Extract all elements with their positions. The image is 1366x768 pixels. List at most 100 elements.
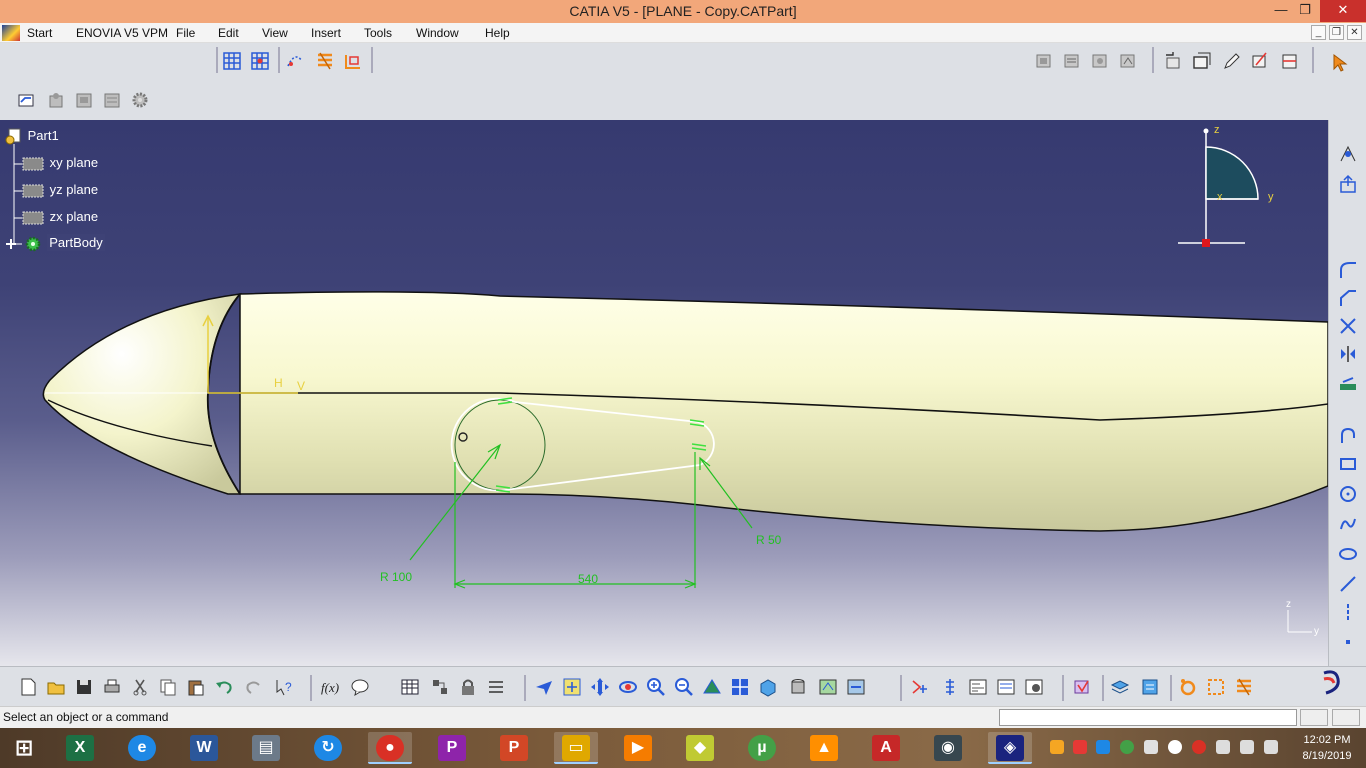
close-button[interactable]: ✕: [1320, 0, 1366, 22]
catia-app-icon[interactable]: [2, 25, 20, 41]
tree-node-xy-plane[interactable]: xy plane: [22, 155, 100, 173]
profile-tool-icon[interactable]: [1338, 426, 1358, 446]
tray-utorrent-icon[interactable]: [1120, 740, 1134, 754]
bluetooth-icon[interactable]: [1096, 740, 1110, 754]
dim-small-radius[interactable]: R 50: [756, 533, 782, 547]
pencil-icon[interactable]: [1222, 51, 1242, 71]
system-clock[interactable]: 12:02 PM 8/19/2019: [1292, 732, 1362, 764]
chamfer-icon[interactable]: [1338, 288, 1358, 308]
3d-viewport[interactable]: H V R 100 R 50 540 z y x z y: [0, 120, 1328, 666]
axis-icon[interactable]: [1338, 602, 1358, 622]
command-input[interactable]: [999, 709, 1297, 726]
zoom-out-icon[interactable]: [674, 677, 694, 697]
volume-icon[interactable]: [1240, 740, 1254, 754]
bill-of-material-icon[interactable]: [1062, 51, 1082, 71]
rotate-icon[interactable]: [618, 677, 638, 697]
menu-start[interactable]: Start: [27, 26, 52, 40]
tray-network-icon[interactable]: [1050, 740, 1064, 754]
project-3d-icon[interactable]: [1338, 374, 1358, 394]
ie-app[interactable]: e: [120, 732, 164, 764]
corner-icon[interactable]: [1338, 260, 1358, 280]
excel-app[interactable]: X: [58, 732, 102, 764]
geometrical-constraints-icon[interactable]: [315, 51, 335, 71]
exit-sketch-icon[interactable]: [1338, 174, 1358, 194]
grid-icon[interactable]: [222, 51, 242, 71]
dim-big-radius[interactable]: R 100: [380, 570, 412, 584]
chrome-app[interactable]: ●: [368, 732, 412, 764]
whats-this-icon[interactable]: ?: [274, 677, 294, 697]
sketch-tools-icon[interactable]: [1338, 144, 1358, 164]
layer-icon[interactable]: [1110, 677, 1130, 697]
menu-enovia[interactable]: ENOVIA V5 VPM: [76, 26, 168, 40]
tree-node-partbody[interactable]: PartBody: [4, 234, 105, 253]
constraint-icon[interactable]: [910, 677, 930, 697]
save-icon[interactable]: [74, 677, 94, 697]
rib-icon[interactable]: [102, 90, 122, 110]
swap-visible-space-icon[interactable]: [846, 677, 866, 697]
battery-icon[interactable]: [1264, 740, 1278, 754]
sketch-icon[interactable]: [1192, 51, 1212, 71]
zoom-in-icon[interactable]: [646, 677, 666, 697]
mirror-icon[interactable]: [1338, 344, 1358, 364]
powerpoint-app[interactable]: P: [492, 732, 536, 764]
pocket-icon[interactable]: [74, 90, 94, 110]
rectangle-icon[interactable]: [1338, 454, 1358, 474]
hole-icon[interactable]: [46, 90, 66, 110]
formula-icon[interactable]: f(x): [320, 677, 340, 697]
compass[interactable]: [1178, 128, 1259, 248]
select-arrow-icon[interactable]: [1330, 53, 1350, 73]
copy-icon[interactable]: [158, 677, 178, 697]
expand-plus-icon[interactable]: [4, 237, 18, 251]
tray-app-icon[interactable]: [1073, 740, 1087, 754]
shading-icon[interactable]: [788, 677, 808, 697]
new-document-icon[interactable]: [18, 677, 38, 697]
exit-workbench-icon[interactable]: [1163, 51, 1183, 71]
word-app[interactable]: W: [182, 732, 226, 764]
profile-icon[interactable]: [16, 90, 36, 110]
options-icon[interactable]: [486, 677, 506, 697]
start-button[interactable]: ⊞: [2, 732, 46, 764]
circle-icon[interactable]: [1338, 484, 1358, 504]
fuselage-body[interactable]: [239, 291, 1328, 532]
sync-app[interactable]: ↻: [306, 732, 350, 764]
cut-icon[interactable]: [130, 677, 150, 697]
knowledge-icon[interactable]: [350, 677, 370, 697]
fit-all-icon[interactable]: [562, 677, 582, 697]
measure-icon[interactable]: [1024, 677, 1044, 697]
construction-element-icon[interactable]: [285, 51, 305, 71]
menu-insert[interactable]: Insert: [311, 26, 341, 40]
line-icon[interactable]: [1338, 574, 1358, 594]
auto-constraint-icon[interactable]: [1234, 677, 1254, 697]
vlc-app[interactable]: ▲: [802, 732, 846, 764]
menu-help[interactable]: Help: [485, 26, 510, 40]
acrobat-app[interactable]: A: [864, 732, 908, 764]
cut-part-icon[interactable]: [1280, 51, 1300, 71]
point-icon[interactable]: [1338, 632, 1358, 652]
multi-view-icon[interactable]: [730, 677, 750, 697]
selection-sets-icon[interactable]: [1072, 677, 1092, 697]
sketch-solving-icon[interactable]: [940, 677, 960, 697]
menu-edit[interactable]: Edit: [218, 26, 239, 40]
menu-view[interactable]: View: [262, 26, 288, 40]
command-button-1[interactable]: [1300, 709, 1328, 726]
hybrid-design-icon[interactable]: [1178, 677, 1198, 697]
product-icon[interactable]: [1034, 51, 1054, 71]
dimensional-constraints-icon[interactable]: [343, 51, 363, 71]
tree-node-yz-plane[interactable]: yz plane: [22, 182, 100, 200]
dim-distance[interactable]: 540: [578, 572, 598, 586]
lock-icon[interactable]: [458, 677, 478, 697]
normal-view-icon[interactable]: [702, 677, 722, 697]
snap-to-point-icon[interactable]: [250, 51, 270, 71]
hide-show-icon[interactable]: [818, 677, 838, 697]
fly-mode-icon[interactable]: [534, 677, 554, 697]
restore-button[interactable]: ❐: [1290, 0, 1320, 22]
geometry-constraints-icon[interactable]: [1206, 677, 1226, 697]
print-icon[interactable]: [102, 677, 122, 697]
menu-tools[interactable]: Tools: [364, 26, 392, 40]
tray-chrome-icon[interactable]: [1192, 740, 1206, 754]
document-icon[interactable]: [1090, 51, 1110, 71]
mdi-minimize-button[interactable]: _: [1311, 25, 1326, 40]
command-button-2[interactable]: [1332, 709, 1360, 726]
ellipse-icon[interactable]: [1338, 544, 1358, 564]
properties-icon[interactable]: [996, 677, 1016, 697]
